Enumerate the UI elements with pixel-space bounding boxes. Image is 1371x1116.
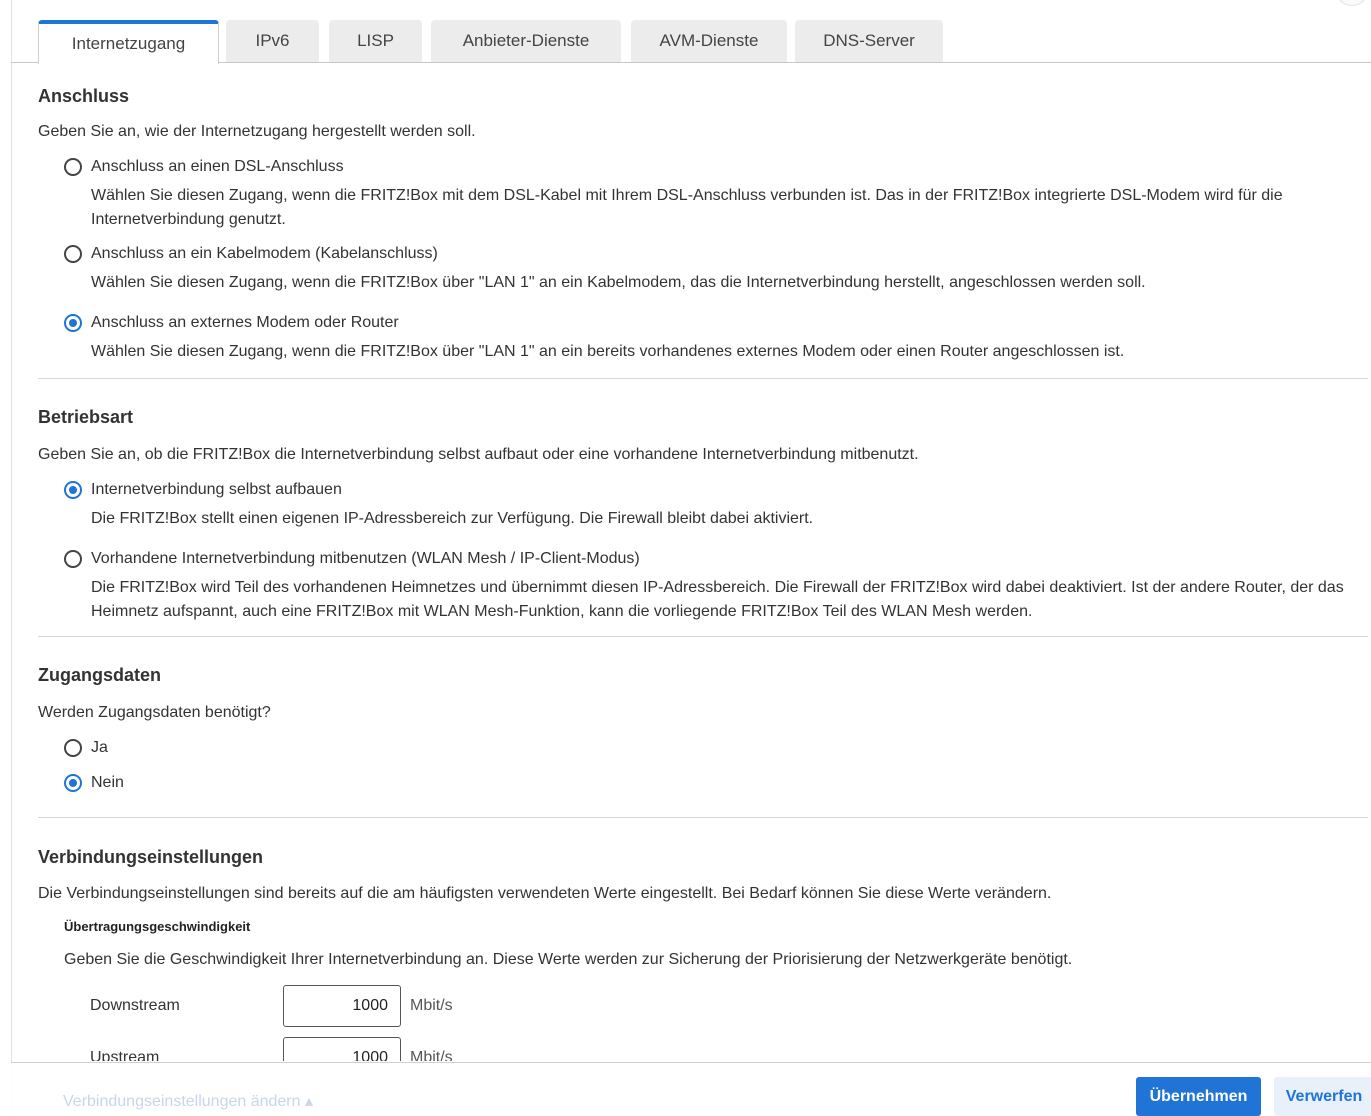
radio-nein[interactable]: Nein <box>64 771 1368 795</box>
tab-internetzugang[interactable]: Internetzugang <box>38 20 219 64</box>
radio-circle[interactable] <box>64 774 82 792</box>
upstream-unit: Mbit/s <box>410 1049 453 1061</box>
radio-circle[interactable] <box>64 314 82 332</box>
discard-button[interactable]: Verwerfen <box>1274 1077 1371 1116</box>
tab-dns-server[interactable]: DNS-Server <box>795 20 943 62</box>
downstream-unit: Mbit/s <box>410 997 453 1014</box>
upstream-row: Upstream Mbit/s <box>38 1037 1368 1061</box>
radio-ja[interactable]: Ja <box>64 736 1368 760</box>
section-title: Anschluss <box>38 86 130 106</box>
change-connection-settings-link[interactable]: Verbindungseinstellungen ändern ▴ <box>63 1091 313 1111</box>
radio-label: Internetverbindung selbst aufbauen <box>91 481 342 498</box>
radio-label: Anschluss an ein Kabelmodem (Kabelanschl… <box>91 245 438 262</box>
downstream-input[interactable] <box>283 985 401 1027</box>
main-content: Anschluss Geben Sie an, wie der Internet… <box>38 63 1368 1061</box>
content-left-rule <box>11 0 12 1116</box>
radio-mitbenutzen[interactable]: Vorhandene Internetverbindung mitbenutze… <box>64 547 1368 571</box>
section-title: Zugangsdaten <box>38 665 162 685</box>
subsection-description: Geben Sie die Geschwindigkeit Ihrer Inte… <box>64 951 1073 968</box>
radio-help: Die FRITZ!Box stellt einen eigenen IP-Ad… <box>91 510 814 527</box>
tab-ipv6[interactable]: IPv6 <box>226 20 319 62</box>
section-betriebsart: Betriebsart Geben Sie an, ob die FRITZ!B… <box>38 379 1368 637</box>
radio-kabelmodem[interactable]: Anschluss an ein Kabelmodem (Kabelanschl… <box>64 242 1368 266</box>
tab-avm-dienste[interactable]: AVM-Dienste <box>631 20 787 62</box>
radio-circle[interactable] <box>64 481 82 499</box>
section-anschluss: Anschluss Geben Sie an, wie der Internet… <box>38 63 1368 379</box>
radio-label: Vorhandene Internetverbindung mitbenutze… <box>91 550 640 567</box>
radio-circle[interactable] <box>64 245 82 263</box>
radio-label: Anschluss an externes Modem oder Router <box>91 314 399 331</box>
radio-help: Die FRITZ!Box wird Teil des vorhandenen … <box>91 579 1344 620</box>
upstream-label: Upstream <box>90 1049 160 1061</box>
section-description: Geben Sie an, wie der Internetzugang her… <box>38 123 476 140</box>
radio-label: Anschluss an einen DSL-Anschluss <box>91 158 344 175</box>
section-description: Werden Zugangsdaten benötigt? <box>38 704 271 721</box>
radio-help: Wählen Sie diesen Zugang, wenn die FRITZ… <box>91 274 1146 291</box>
downstream-row: Downstream Mbit/s <box>38 985 1368 1027</box>
section-description: Geben Sie an, ob die FRITZ!Box die Inter… <box>38 446 919 463</box>
subsection-title: Übertragungsgeschwindigkeit <box>64 919 251 934</box>
radio-label: Nein <box>91 774 124 791</box>
tab-lisp[interactable]: LISP <box>329 20 422 62</box>
section-verbindungseinstellungen: Verbindungseinstellungen Die Verbindungs… <box>38 818 1368 1061</box>
radio-circle[interactable] <box>64 739 82 757</box>
radio-help: Wählen Sie diesen Zugang, wenn die FRITZ… <box>91 343 1125 360</box>
section-description: Die Verbindungseinstellungen sind bereit… <box>38 885 1052 902</box>
radio-help: Wählen Sie diesen Zugang, wenn die FRITZ… <box>91 187 1283 228</box>
tab-anbieter-dienste[interactable]: Anbieter-Dienste <box>431 20 621 62</box>
radio-externes-modem[interactable]: Anschluss an externes Modem oder Router <box>64 311 1368 335</box>
radio-selbst-aufbauen[interactable]: Internetverbindung selbst aufbauen <box>64 478 1368 502</box>
radio-dsl[interactable]: Anschluss an einen DSL-Anschluss <box>64 155 1368 179</box>
tab-bar: Internetzugang IPv6 LISP Anbieter-Dienst… <box>11 0 1371 64</box>
radio-circle[interactable] <box>64 158 82 176</box>
section-zugangsdaten: Zugangsdaten Werden Zugangsdaten benötig… <box>38 637 1368 818</box>
radio-circle[interactable] <box>64 550 82 568</box>
apply-button[interactable]: Übernehmen <box>1136 1077 1261 1116</box>
upstream-input[interactable] <box>283 1037 401 1061</box>
section-title: Verbindungseinstellungen <box>38 847 264 867</box>
downstream-label: Downstream <box>90 997 180 1014</box>
action-bar: Verbindungseinstellungen ändern ▴ Überne… <box>11 1062 1371 1116</box>
section-title: Betriebsart <box>38 407 134 427</box>
radio-label: Ja <box>91 739 108 756</box>
